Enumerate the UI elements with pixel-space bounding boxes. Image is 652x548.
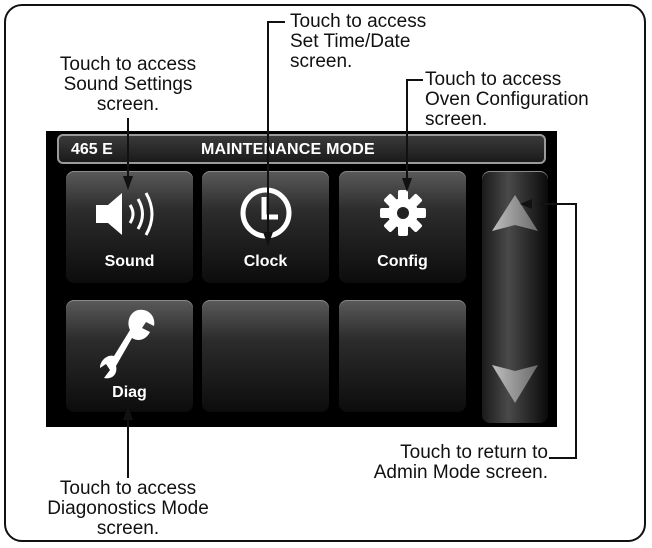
callout-leader-lines bbox=[123, 21, 577, 478]
